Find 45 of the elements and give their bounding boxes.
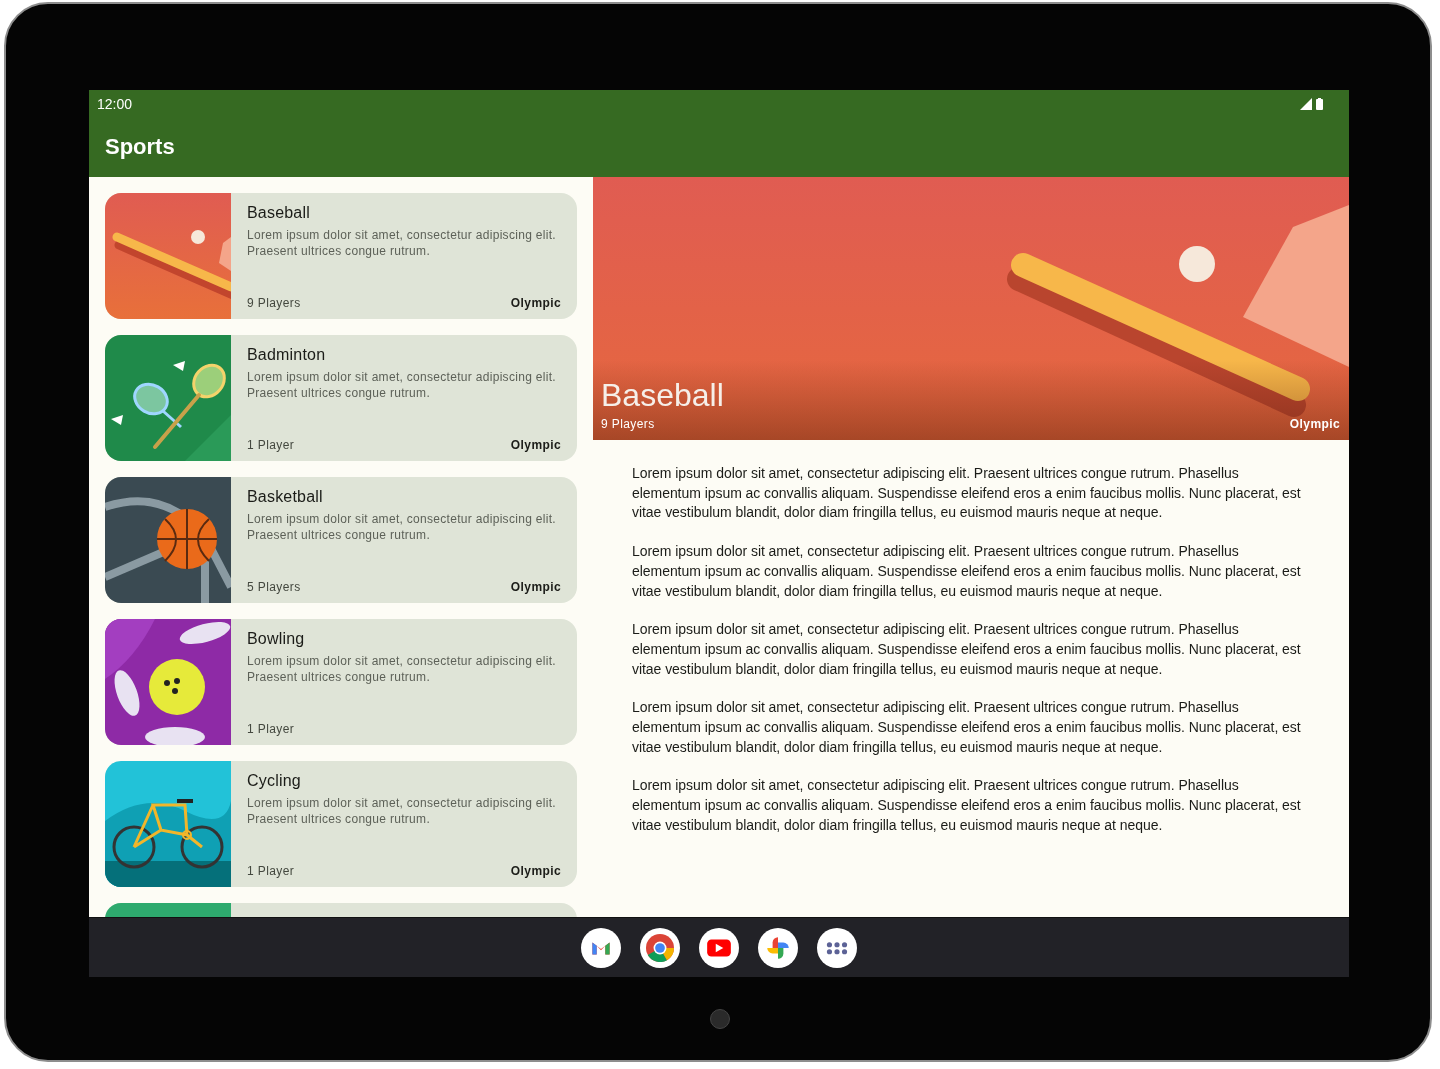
sport-title: Baseball (247, 203, 311, 223)
sport-card[interactable]: Badminton Lorem ipsum dolor sit amet, consectetur adipiscing elit. Praesent ultrices congue rutrum. 1 Player Olympic (105, 335, 577, 461)
sport-card[interactable]: Basketball Lorem ipsum dolor sit amet, consectetur adipiscing elit. Praesent ultrices congue rutrum. 5 Players Olympic (105, 477, 577, 603)
app-button[interactable] (640, 928, 680, 968)
olympic-tag: Olympic (1289, 416, 1340, 432)
olympic-tag: Olympic (510, 295, 561, 311)
detail-title: Baseball (601, 376, 725, 414)
sport-card[interactable]: Baseball Lorem ipsum dolor sit amet, consectetur adipiscing elit. Praesent ultrices congue rutrum. 9 Players Olympic (105, 193, 577, 319)
player-count: 1 Player (247, 721, 295, 737)
battery-icon (1316, 97, 1323, 110)
baseball-drawing (1179, 246, 1215, 282)
app-button[interactable] (581, 928, 621, 968)
olympic-tag: Olympic (510, 863, 561, 879)
sport-title: Basketball (247, 487, 324, 507)
app-button[interactable] (758, 928, 798, 968)
description-paragraph: Lorem ipsum dolor sit amet, consectetur adipiscing elit. Praesent ultrices congue rutrum. Phasellus elementum ipsum ac convallis aliquam. Suspendisse eleifend eros a enim faucibus mollis. Nunc placerat, est vitae vestibulum blandit, dolor diam fringilla tellus, eu euismod mauris neque at neque. (632, 698, 1302, 757)
player-count: 9 Players (247, 295, 301, 311)
sport-title: Bowling (247, 629, 306, 649)
app-title: Sports (105, 134, 175, 160)
sport-card[interactable]: Cycling Lorem ipsum dolor sit amet, consectetur adipiscing elit. Praesent ultrices congue rutrum. 1 Player Olympic (105, 761, 577, 887)
olympic-tag: Olympic (510, 437, 561, 453)
olympic-tag: Olympic (510, 579, 561, 595)
sport-description: Lorem ipsum dolor sit amet, consectetur adipiscing elit. Praesent ultrices congue rutrum. (247, 227, 557, 259)
camera-dot (710, 1009, 730, 1029)
player-count: 1 Player (247, 437, 295, 453)
sport-card[interactable]: Bowling Lorem ipsum dolor sit amet, consectetur adipiscing elit. Praesent ultrices congue rutrum. 1 Player (105, 619, 577, 745)
status-time: 12:00 (97, 95, 133, 112)
app-button[interactable] (817, 928, 857, 968)
player-count: 9 Players (601, 416, 655, 432)
sport-title: Badminton (247, 345, 327, 365)
sport-description: Lorem ipsum dolor sit amet, consectetur adipiscing elit. Praesent ultrices congue rutrum. (247, 653, 557, 685)
sport-description: Lorem ipsum dolor sit amet, consectetur adipiscing elit. Praesent ultrices congue rutrum. (247, 795, 557, 827)
description-paragraph: Lorem ipsum dolor sit amet, consectetur adipiscing elit. Praesent ultrices congue rutrum. Phasellus elementum ipsum ac convallis aliquam. Suspendisse eleifend eros a enim faucibus mollis. Nunc placerat, est vitae vestibulum blandit, dolor diam fringilla tellus, eu euismod mauris neque at neque. (632, 776, 1302, 835)
app-button[interactable] (699, 928, 739, 968)
player-count: 5 Players (247, 579, 301, 595)
sport-description: Lorem ipsum dolor sit amet, consectetur adipiscing elit. Praesent ultrices congue rutrum. (247, 369, 557, 401)
description-paragraph: Lorem ipsum dolor sit amet, consectetur adipiscing elit. Praesent ultrices congue rutrum. Phasellus elementum ipsum ac convallis aliquam. Suspendisse eleifend eros a enim faucibus mollis. Nunc placerat, est vitae vestibulum blandit, dolor diam fringilla tellus, eu euismod mauris neque at neque. (632, 464, 1302, 523)
pinwheel-icon (764, 934, 792, 962)
sport-title: Cycling (247, 771, 302, 791)
player-count: 1 Player (247, 863, 295, 879)
browser-icon (646, 934, 674, 962)
description-paragraph: Lorem ipsum dolor sit amet, consectetur adipiscing elit. Praesent ultrices congue rutrum. Phasellus elementum ipsum ac convallis aliquam. Suspendisse eleifend eros a enim faucibus mollis. Nunc placerat, est vitae vestibulum blandit, dolor diam fringilla tellus, eu euismod mauris neque at neque. (632, 620, 1302, 679)
sport-description: Lorem ipsum dolor sit amet, consectetur adipiscing elit. Praesent ultrices congue rutrum. (247, 511, 557, 543)
signal-icon (1300, 97, 1312, 110)
description-paragraph: Lorem ipsum dolor sit amet, consectetur adipiscing elit. Praesent ultrices congue rutrum. Phasellus elementum ipsum ac convallis aliquam. Suspendisse eleifend eros a enim faucibus mollis. Nunc placerat, est vitae vestibulum blandit, dolor diam fringilla tellus, eu euismod mauris neque at neque. (632, 542, 1302, 601)
